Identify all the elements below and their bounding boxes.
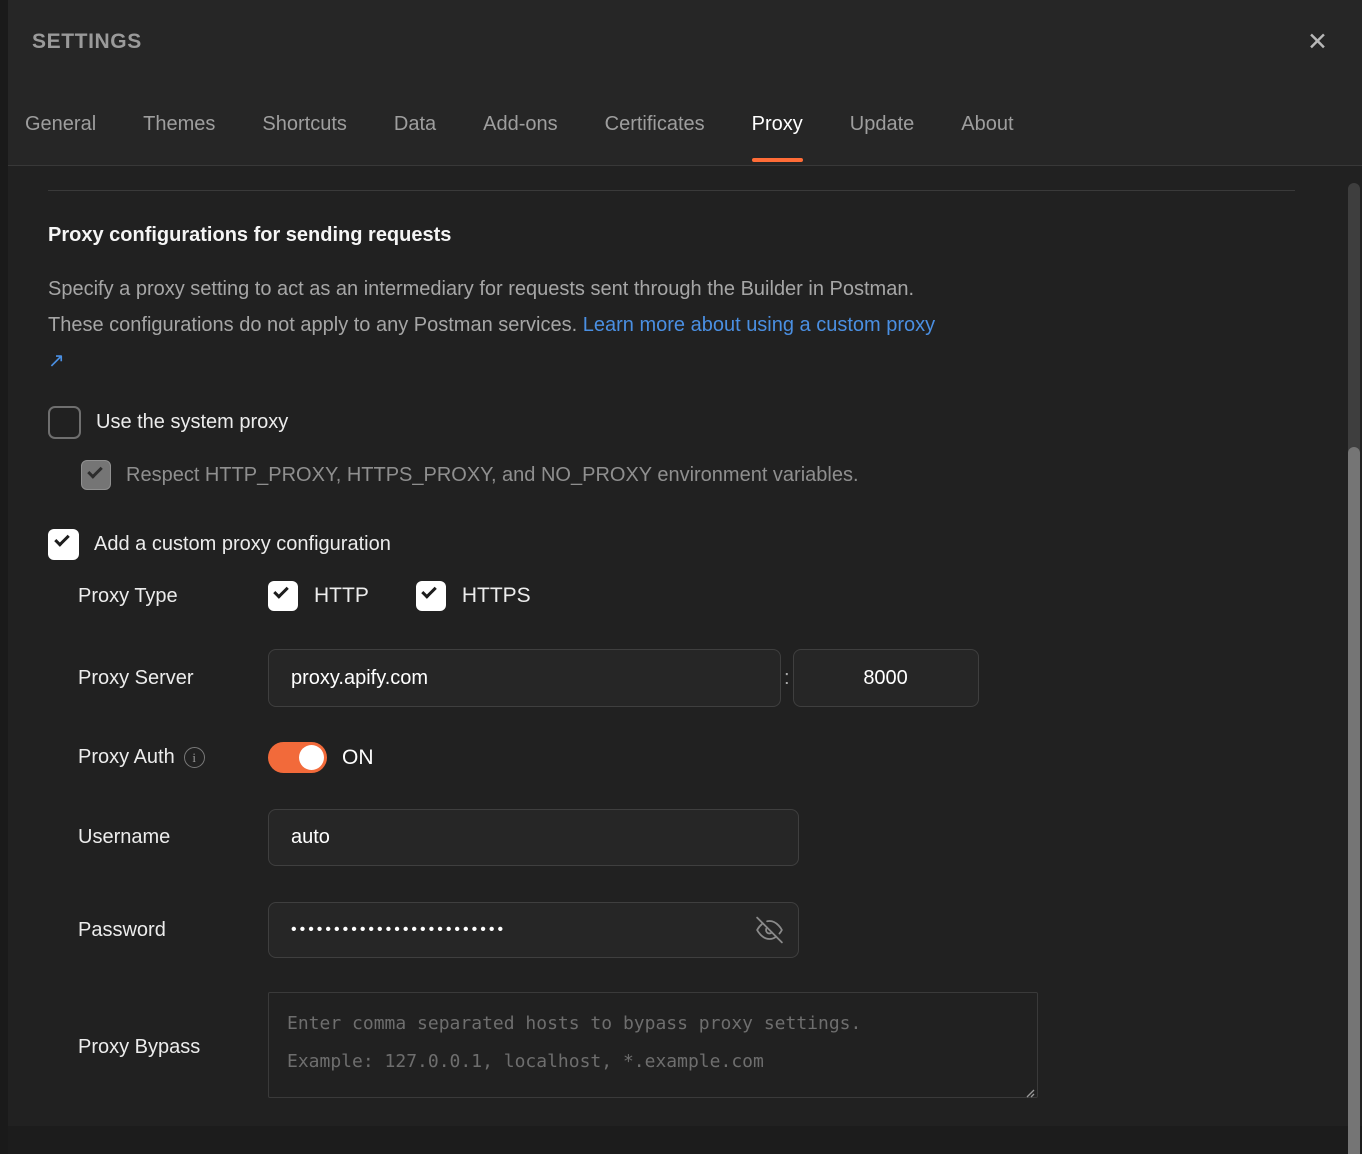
custom-proxy-checkbox[interactable] <box>48 529 79 560</box>
proxy-server-label: Proxy Server <box>78 667 268 690</box>
check-icon <box>273 583 289 599</box>
respect-env-label: Respect HTTP_PROXY, HTTPS_PROXY, and NO_… <box>126 464 859 487</box>
proxy-type-row: Proxy Type HTTP HTTPS <box>78 581 1362 611</box>
host-port-separator: : <box>784 667 790 690</box>
tab-themes[interactable]: Themes <box>143 84 215 165</box>
proxy-auth-row: Proxy Auth i ON <box>78 742 1362 773</box>
proxy-type-http-option[interactable]: HTTP <box>268 581 369 611</box>
password-row: Password <box>78 902 1362 958</box>
tab-shortcuts[interactable]: Shortcuts <box>262 84 346 165</box>
proxy-auth-state: ON <box>342 746 374 770</box>
proxy-bypass-row: Proxy Bypass <box>78 992 1362 1103</box>
toggle-knob <box>299 745 324 770</box>
proxy-type-label: Proxy Type <box>78 585 268 608</box>
check-icon <box>421 583 437 599</box>
password-label: Password <box>78 919 268 942</box>
close-icon[interactable]: ✕ <box>1303 26 1332 59</box>
tab-data[interactable]: Data <box>394 84 436 165</box>
settings-tabbar: General Themes Shortcuts Data Add-ons Ce… <box>0 84 1362 166</box>
check-icon <box>87 463 103 479</box>
info-icon[interactable]: i <box>184 747 205 768</box>
password-field-wrap <box>268 902 799 958</box>
username-label: Username <box>78 826 268 849</box>
tab-proxy[interactable]: Proxy <box>752 84 803 165</box>
username-input[interactable] <box>268 809 799 866</box>
password-input[interactable] <box>268 902 799 958</box>
custom-proxy-row[interactable]: Add a custom proxy configuration <box>48 529 1362 560</box>
username-row: Username <box>78 809 1362 866</box>
proxy-settings-panel: Proxy configurations for sending request… <box>0 190 1362 1103</box>
proxy-type-https-option[interactable]: HTTPS <box>416 581 531 611</box>
section-divider <box>48 190 1295 191</box>
https-checkbox[interactable] <box>416 581 446 611</box>
scrollbar-thumb[interactable] <box>1348 447 1360 1154</box>
proxy-auth-label-group: Proxy Auth i <box>78 746 268 769</box>
page-behind-strip <box>0 0 8 1154</box>
section-description: Specify a proxy setting to act as an int… <box>48 271 948 379</box>
tab-addons[interactable]: Add-ons <box>483 84 558 165</box>
https-label: HTTPS <box>462 584 531 608</box>
proxy-bypass-wrap <box>268 992 1038 1103</box>
resize-handle-icon[interactable] <box>1023 1086 1035 1098</box>
dialog-title: SETTINGS <box>32 30 142 54</box>
proxy-bypass-label: Proxy Bypass <box>78 1036 268 1059</box>
http-label: HTTP <box>314 584 369 608</box>
respect-env-checkbox <box>81 460 111 490</box>
proxy-auth-label: Proxy Auth <box>78 746 175 769</box>
tab-general[interactable]: General <box>25 84 96 165</box>
proxy-server-row: Proxy Server : <box>78 649 1362 707</box>
dialog-footer-edge <box>0 1126 1362 1154</box>
use-system-proxy-checkbox[interactable] <box>48 406 81 439</box>
respect-env-row: Respect HTTP_PROXY, HTTPS_PROXY, and NO_… <box>81 460 1362 490</box>
proxy-server-port-input[interactable] <box>793 649 979 707</box>
section-heading: Proxy configurations for sending request… <box>48 224 1362 247</box>
use-system-proxy-label: Use the system proxy <box>96 411 288 434</box>
custom-proxy-label: Add a custom proxy configuration <box>94 533 391 556</box>
tab-certificates[interactable]: Certificates <box>605 84 705 165</box>
http-checkbox[interactable] <box>268 581 298 611</box>
proxy-bypass-textarea[interactable] <box>268 992 1038 1098</box>
tab-about[interactable]: About <box>961 84 1013 165</box>
proxy-server-host-input[interactable] <box>268 649 781 707</box>
settings-header: SETTINGS ✕ <box>0 0 1362 84</box>
use-system-proxy-row[interactable]: Use the system proxy <box>48 406 1362 439</box>
eye-off-icon[interactable] <box>756 917 783 944</box>
external-link-icon: ↗ <box>48 350 65 372</box>
proxy-auth-toggle[interactable] <box>268 742 327 773</box>
tab-update[interactable]: Update <box>850 84 915 165</box>
check-icon <box>54 531 70 547</box>
